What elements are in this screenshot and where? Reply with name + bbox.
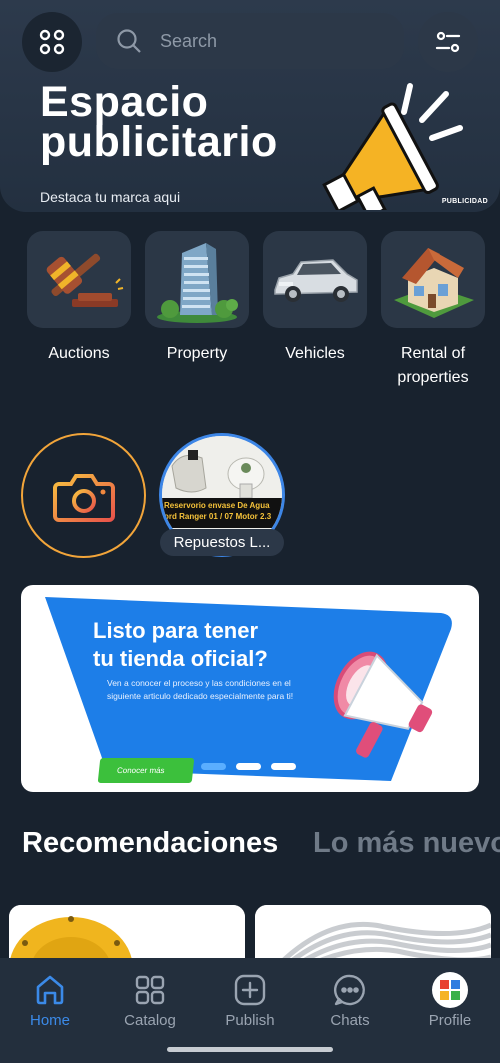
carousel-dot-active[interactable]: [201, 763, 226, 770]
search-input[interactable]: [160, 30, 380, 52]
category-tile: [27, 231, 131, 328]
category-label: Rental of properties: [397, 345, 469, 386]
nav-home[interactable]: Home: [5, 970, 95, 1029]
story-label: Repuestos L...: [160, 529, 284, 556]
house-icon: [394, 247, 474, 318]
promo-cta-button[interactable]: Conocer más: [97, 758, 195, 783]
add-story-button[interactable]: [21, 433, 146, 558]
building-icon: [157, 242, 238, 323]
nav-label: Home: [29, 1012, 70, 1029]
promo-card[interactable]: Listo para tener tu tienda oficial? Ven …: [21, 585, 479, 792]
filter-button[interactable]: [418, 12, 478, 72]
promo-title: Listo para tener tu tienda oficial?: [93, 617, 268, 673]
banner-title-line1: Espacio: [40, 78, 209, 126]
category-tile: [381, 231, 485, 328]
nav-profile[interactable]: Profile: [405, 970, 495, 1029]
nav-chats[interactable]: Chats: [305, 970, 395, 1029]
nav-label: Publish: [225, 1012, 275, 1029]
banner-title: Espacio publicitario: [40, 78, 278, 166]
story-image-text-2: ord Ranger 01 / 07 Motor 2.3: [164, 512, 272, 521]
chat-icon: [334, 974, 365, 1006]
home-icon: [36, 975, 64, 1005]
category-tile: [145, 231, 249, 328]
camera-icon: [52, 473, 115, 522]
banner-title-line2: publicitario: [40, 118, 278, 166]
filter-icon: [435, 31, 461, 53]
category-label: Vehicles: [285, 345, 345, 362]
grid-icon: [39, 29, 65, 55]
category-rental[interactable]: Rental of properties: [381, 231, 485, 390]
nav-catalog[interactable]: Catalog: [105, 970, 195, 1029]
carousel-dot[interactable]: [271, 763, 296, 770]
category-property[interactable]: Property: [145, 231, 249, 366]
story-image-text-1: Reservorio envase De Agua: [164, 501, 270, 510]
carousel-dot[interactable]: [236, 763, 261, 770]
profile-avatar-icon: [432, 972, 468, 1008]
tab-lo-mas-nuevo[interactable]: Lo más nuevo: [313, 827, 500, 860]
category-label: Property: [166, 345, 228, 362]
catalog-icon: [135, 975, 165, 1005]
promo-title-line1: Listo para tener: [93, 618, 259, 643]
category-auctions[interactable]: Auctions: [27, 231, 131, 366]
publish-icon: [234, 974, 266, 1006]
megaphone-icon: [322, 83, 463, 210]
category-vehicles[interactable]: Vehicles: [263, 231, 367, 366]
banner-subtitle: Destaca tu marca aqui: [40, 189, 181, 205]
carousel-dots: [201, 763, 296, 770]
nav-label: Chats: [330, 1012, 370, 1029]
nav-label: Profile: [428, 1012, 472, 1029]
search-bar[interactable]: [96, 13, 404, 69]
category-tile: [263, 231, 367, 328]
promo-title-line2: tu tienda oficial?: [93, 646, 268, 671]
gavel-icon: [46, 253, 124, 307]
home-indicator: [167, 1047, 333, 1052]
car-icon: [274, 258, 358, 302]
category-label: Auctions: [48, 345, 110, 362]
nav-publish[interactable]: Publish: [205, 970, 295, 1029]
tab-recomendaciones[interactable]: Recomendaciones: [22, 827, 278, 860]
promo-body: Ven a conocer el proceso y las condicion…: [107, 678, 294, 701]
menu-button[interactable]: [22, 12, 82, 72]
search-icon: [117, 29, 141, 53]
nav-label: Catalog: [124, 1012, 176, 1029]
megaphone-icon: [333, 651, 433, 758]
